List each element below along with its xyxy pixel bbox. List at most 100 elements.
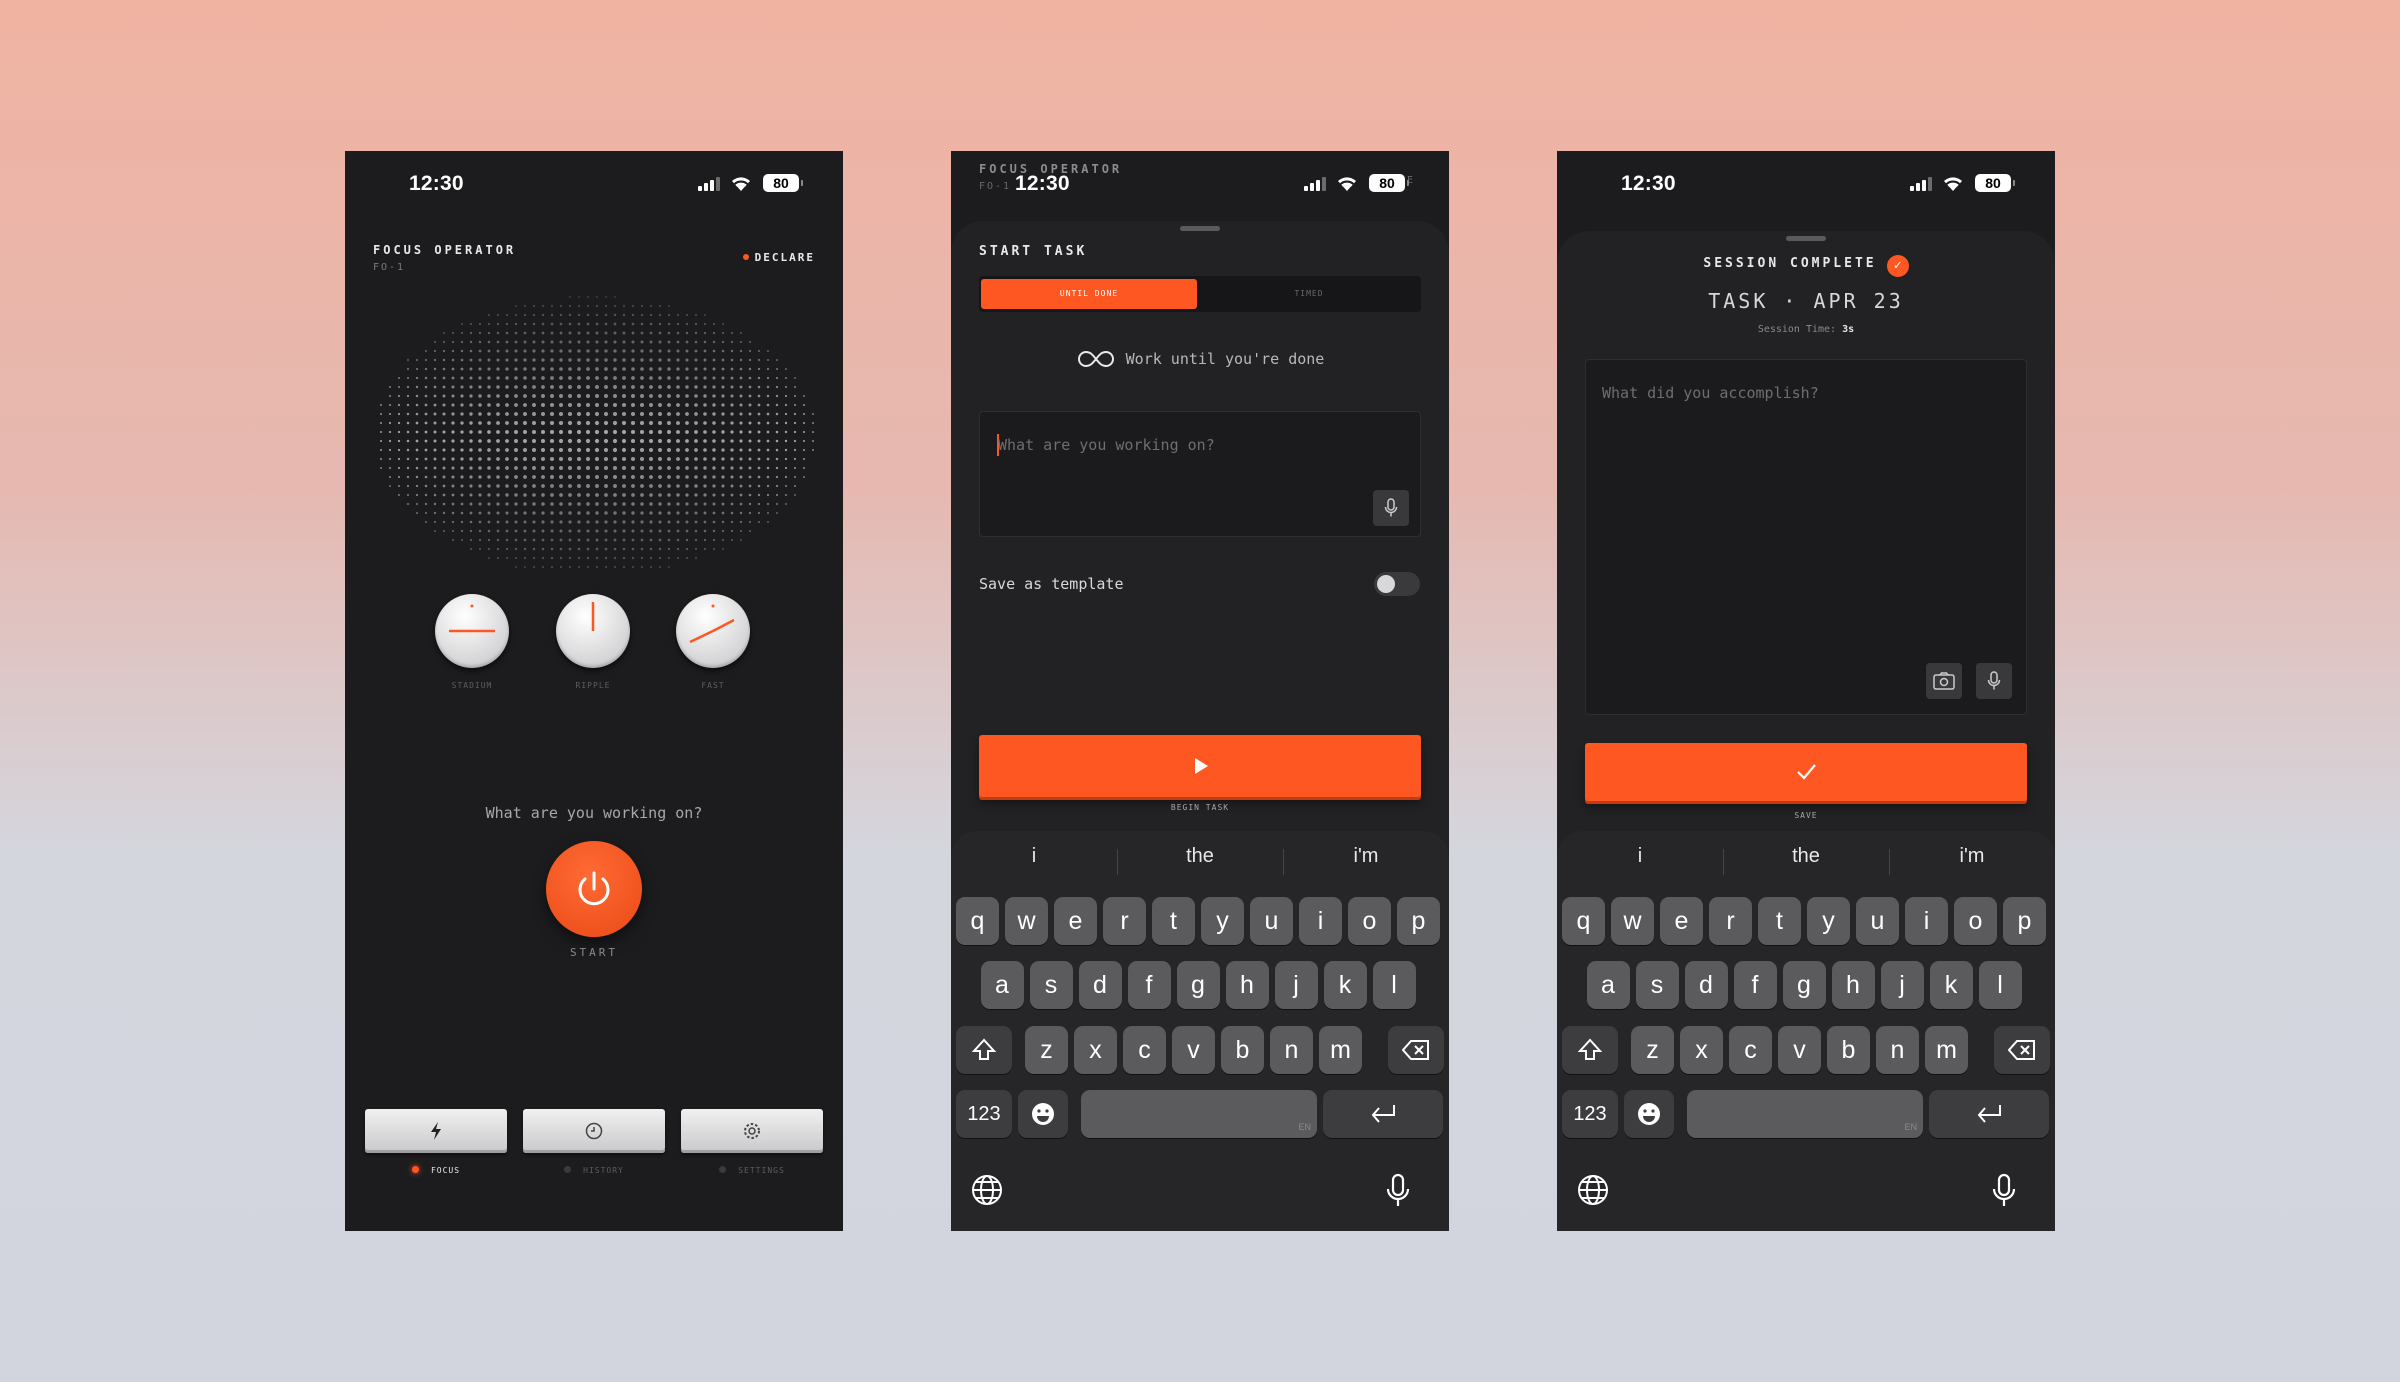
key-e[interactable]: e bbox=[1660, 897, 1703, 945]
key-k[interactable]: k bbox=[1929, 961, 1973, 1009]
delete-key[interactable] bbox=[1388, 1026, 1444, 1074]
globe-icon[interactable] bbox=[970, 1173, 1004, 1207]
key-q[interactable]: q bbox=[956, 897, 999, 945]
microphone-icon[interactable] bbox=[1991, 1173, 2017, 1209]
begin-task-button[interactable] bbox=[979, 735, 1421, 797]
key-q[interactable]: q bbox=[1562, 897, 1605, 945]
space-key[interactable]: EN bbox=[1687, 1090, 1923, 1138]
key-y[interactable]: y bbox=[1201, 897, 1244, 945]
key-a[interactable]: a bbox=[1586, 961, 1630, 1009]
key-f[interactable]: f bbox=[1127, 961, 1171, 1009]
key-u[interactable]: u bbox=[1856, 897, 1899, 945]
return-key[interactable] bbox=[1929, 1090, 2049, 1138]
sheet-title: START TASK bbox=[979, 244, 1088, 259]
sheet-grabber[interactable] bbox=[1786, 236, 1826, 241]
globe-icon[interactable] bbox=[1576, 1173, 1610, 1207]
key-b[interactable]: b bbox=[1827, 1026, 1870, 1074]
key-z[interactable]: z bbox=[1025, 1026, 1068, 1074]
key-d[interactable]: d bbox=[1684, 961, 1728, 1009]
key-h[interactable]: h bbox=[1225, 961, 1269, 1009]
microphone-icon[interactable] bbox=[1385, 1173, 1411, 1209]
key-m[interactable]: m bbox=[1319, 1026, 1362, 1074]
template-toggle[interactable] bbox=[1374, 572, 1420, 596]
save-button[interactable] bbox=[1585, 743, 2027, 801]
space-key[interactable]: EN bbox=[1081, 1090, 1317, 1138]
key-l[interactable]: l bbox=[1372, 961, 1416, 1009]
task-input-placeholder: What are you working on? bbox=[998, 436, 1215, 454]
dictation-button[interactable] bbox=[1976, 663, 2012, 699]
key-o[interactable]: o bbox=[1954, 897, 1997, 945]
status-time: 12:30 bbox=[409, 172, 464, 195]
key-w[interactable]: w bbox=[1611, 897, 1654, 945]
accomplishment-input[interactable]: What did you accomplish? bbox=[1585, 359, 2027, 715]
nav-settings-button[interactable] bbox=[681, 1109, 823, 1153]
numbers-key[interactable]: 123 bbox=[1562, 1090, 1618, 1138]
signal-icon bbox=[1910, 177, 1932, 191]
key-x[interactable]: x bbox=[1680, 1026, 1723, 1074]
tab-timed[interactable]: TIMED bbox=[1201, 279, 1417, 309]
key-y[interactable]: y bbox=[1807, 897, 1850, 945]
key-b[interactable]: b bbox=[1221, 1026, 1264, 1074]
key-i[interactable]: i bbox=[1905, 897, 1948, 945]
key-v[interactable]: v bbox=[1778, 1026, 1821, 1074]
declare-button[interactable]: DECLARE bbox=[742, 251, 815, 264]
knob-ripple[interactable] bbox=[556, 594, 630, 668]
key-p[interactable]: p bbox=[2003, 897, 2046, 945]
key-a[interactable]: a bbox=[980, 961, 1024, 1009]
key-i[interactable]: i bbox=[1299, 897, 1342, 945]
key-e[interactable]: e bbox=[1054, 897, 1097, 945]
delete-key[interactable] bbox=[1994, 1026, 2050, 1074]
key-w[interactable]: w bbox=[1005, 897, 1048, 945]
key-c[interactable]: c bbox=[1729, 1026, 1772, 1074]
key-p[interactable]: p bbox=[1397, 897, 1440, 945]
status-bar: 12:30 80 bbox=[1557, 151, 2055, 219]
key-o[interactable]: o bbox=[1348, 897, 1391, 945]
key-t[interactable]: t bbox=[1758, 897, 1801, 945]
knob-fast[interactable] bbox=[676, 594, 750, 668]
suggestion-the[interactable]: the bbox=[1723, 845, 1889, 868]
emoji-key[interactable] bbox=[1018, 1090, 1068, 1138]
key-s[interactable]: s bbox=[1635, 961, 1679, 1009]
suggestion-im[interactable]: i'm bbox=[1283, 845, 1449, 868]
key-d[interactable]: d bbox=[1078, 961, 1122, 1009]
suggestion-im[interactable]: i'm bbox=[1889, 845, 2055, 868]
key-n[interactable]: n bbox=[1876, 1026, 1919, 1074]
key-v[interactable]: v bbox=[1172, 1026, 1215, 1074]
key-f[interactable]: f bbox=[1733, 961, 1777, 1009]
return-key[interactable] bbox=[1323, 1090, 1443, 1138]
shift-key[interactable] bbox=[1562, 1026, 1618, 1074]
key-u[interactable]: u bbox=[1250, 897, 1293, 945]
key-m[interactable]: m bbox=[1925, 1026, 1968, 1074]
key-l[interactable]: l bbox=[1978, 961, 2022, 1009]
knob-stadium[interactable] bbox=[435, 594, 509, 668]
key-c[interactable]: c bbox=[1123, 1026, 1166, 1074]
key-g[interactable]: g bbox=[1782, 961, 1826, 1009]
nav-history-button[interactable] bbox=[523, 1109, 665, 1153]
key-s[interactable]: s bbox=[1029, 961, 1073, 1009]
suggestion-i[interactable]: i bbox=[951, 845, 1117, 868]
nav-focus-label: FOCUS bbox=[365, 1166, 507, 1175]
key-n[interactable]: n bbox=[1270, 1026, 1313, 1074]
key-t[interactable]: t bbox=[1152, 897, 1195, 945]
key-r[interactable]: r bbox=[1103, 897, 1146, 945]
add-photo-button[interactable] bbox=[1926, 663, 1962, 699]
shift-key[interactable] bbox=[956, 1026, 1012, 1074]
key-j[interactable]: j bbox=[1880, 961, 1924, 1009]
nav-focus-button[interactable] bbox=[365, 1109, 507, 1153]
key-k[interactable]: k bbox=[1323, 961, 1367, 1009]
key-r[interactable]: r bbox=[1709, 897, 1752, 945]
tab-until-done[interactable]: UNTIL DONE bbox=[981, 279, 1197, 309]
suggestion-the[interactable]: the bbox=[1117, 845, 1283, 868]
task-input[interactable]: What are you working on? bbox=[979, 411, 1421, 537]
key-j[interactable]: j bbox=[1274, 961, 1318, 1009]
key-z[interactable]: z bbox=[1631, 1026, 1674, 1074]
key-g[interactable]: g bbox=[1176, 961, 1220, 1009]
key-h[interactable]: h bbox=[1831, 961, 1875, 1009]
suggestion-i[interactable]: i bbox=[1557, 845, 1723, 868]
sheet-grabber[interactable] bbox=[1180, 226, 1220, 231]
start-button[interactable] bbox=[546, 841, 642, 937]
emoji-key[interactable] bbox=[1624, 1090, 1674, 1138]
dictation-button[interactable] bbox=[1373, 490, 1409, 526]
key-x[interactable]: x bbox=[1074, 1026, 1117, 1074]
numbers-key[interactable]: 123 bbox=[956, 1090, 1012, 1138]
